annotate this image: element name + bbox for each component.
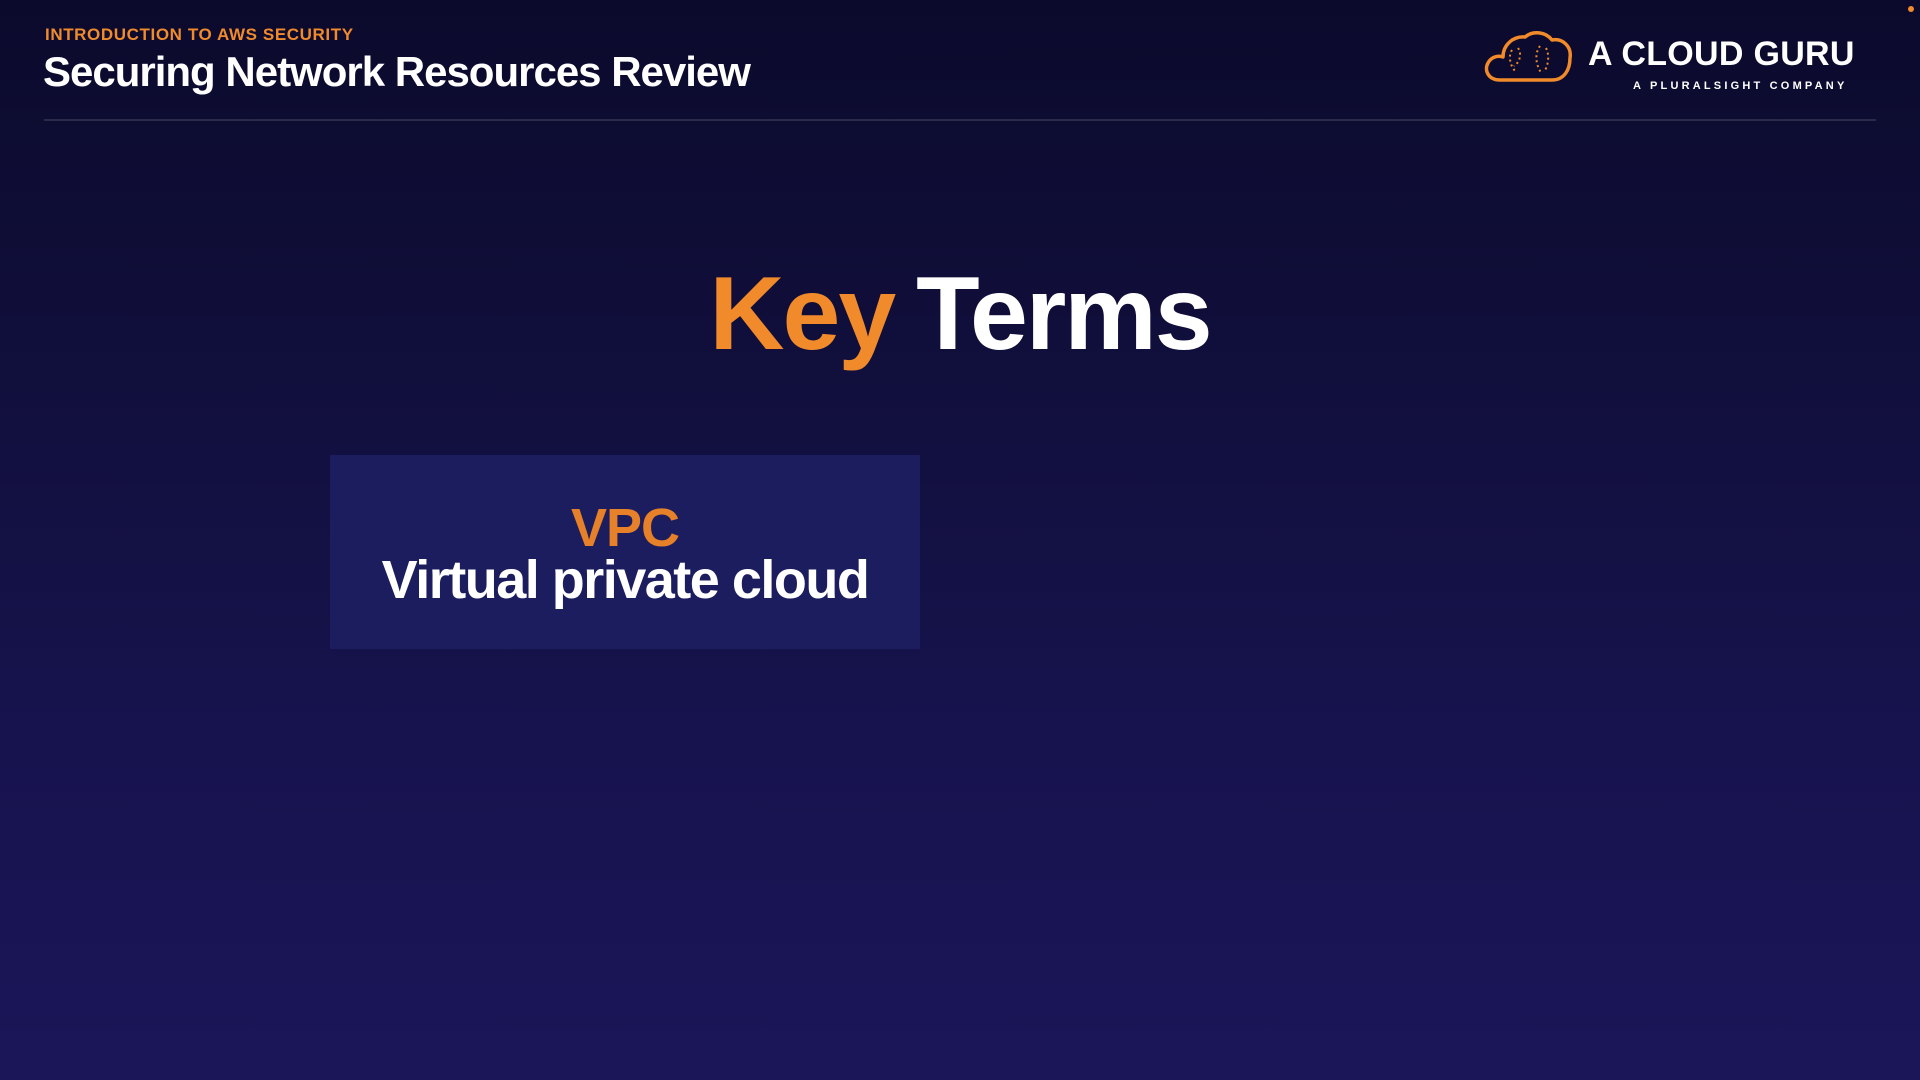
- brand-wordmark: A CLOUD GURU: [1588, 35, 1855, 73]
- course-label: INTRODUCTION TO AWS SECURITY: [45, 25, 354, 44]
- term-full-name: Virtual private cloud: [381, 550, 870, 610]
- section-heading: Key Terms: [0, 252, 1920, 377]
- header-divider: [44, 119, 1876, 121]
- heading-accent-word: Key: [709, 256, 896, 372]
- cloud-guru-icon: [1484, 31, 1572, 82]
- page-title: Securing Network Resources Review: [43, 48, 751, 95]
- brand-logo: A CLOUD GURU A PLURALSIGHT COMPANY: [1478, 26, 1878, 96]
- heading-word: Terms: [916, 256, 1212, 372]
- term-card: VPC Virtual private cloud: [330, 455, 920, 649]
- corner-dot: [1908, 6, 1914, 12]
- brand-subtitle: A PLURALSIGHT COMPANY: [1633, 80, 1848, 92]
